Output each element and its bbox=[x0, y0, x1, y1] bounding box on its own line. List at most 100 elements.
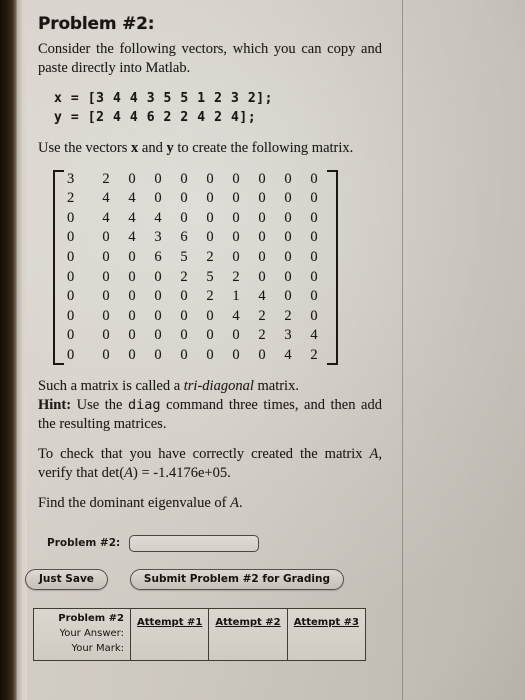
just-save-button[interactable]: Just Save bbox=[25, 568, 108, 590]
matrix-cell: 0 bbox=[102, 229, 110, 246]
answer-input[interactable] bbox=[129, 534, 260, 552]
matrix-cell: 0 bbox=[128, 248, 136, 265]
matrix-cell: 5 bbox=[180, 248, 188, 265]
matrix-cell: 0 bbox=[232, 209, 240, 226]
matrix-cell: 0 bbox=[128, 170, 136, 187]
question-post: . bbox=[238, 495, 243, 512]
matrix-cell: 0 bbox=[310, 288, 318, 305]
attempt-column-1[interactable]: Attempt #1 bbox=[129, 607, 210, 661]
matrix-cell: 2 bbox=[258, 327, 266, 344]
instruction-mid: and bbox=[138, 140, 167, 156]
matrix-row: 2 4 4 0 0 0 0 0 0 0 bbox=[64, 189, 327, 209]
matrix-cell: 5 bbox=[206, 268, 214, 285]
matrix-row: 0 0 0 0 0 0 0 2 3 4 bbox=[64, 326, 327, 346]
matrix-cell: 0 bbox=[67, 229, 75, 246]
attempt-3-link[interactable]: Attempt #3 bbox=[294, 617, 359, 628]
matrix-cell: 0 bbox=[67, 346, 75, 363]
matrix-cell: 0 bbox=[310, 229, 318, 246]
matrix-cell: 0 bbox=[154, 268, 162, 285]
question-var-a: A bbox=[230, 495, 239, 512]
meta-your-mark-label: Your Mark: bbox=[71, 643, 124, 655]
matrix-cell: 4 bbox=[102, 190, 110, 207]
matrix-cell: 0 bbox=[232, 170, 240, 187]
matrix-cell: 0 bbox=[102, 327, 110, 344]
matrix-cell: 2 bbox=[258, 307, 266, 324]
question-text: Find the dominant eigenvalue of A. bbox=[0, 494, 402, 513]
verify-var-a2: A bbox=[124, 464, 134, 481]
answer-field-label: Problem #2: bbox=[47, 537, 121, 550]
instruction-pre: Use the vectors bbox=[38, 140, 132, 156]
matrix-cell: 0 bbox=[67, 268, 75, 285]
verify-pre: To check that you have correctly created… bbox=[38, 446, 370, 463]
text-column-rule bbox=[402, 0, 403, 700]
matrix-cell: 6 bbox=[180, 229, 188, 246]
hint-label: Hint: bbox=[38, 397, 72, 414]
matrix-cell: 0 bbox=[128, 288, 136, 305]
matrix-row: 0 0 0 6 5 2 0 0 0 0 bbox=[64, 248, 327, 268]
matrix-cell: 0 bbox=[310, 307, 318, 324]
matrix-row: 0 0 0 0 2 5 2 0 0 0 bbox=[64, 268, 327, 288]
matrix-caption-text: Such a matrix is called a tri-diagonal m… bbox=[0, 377, 402, 433]
code-line-y: y = [2 4 4 6 2 2 4 2 4]; bbox=[54, 109, 257, 125]
matrix-cell: 0 bbox=[102, 268, 110, 285]
matrix-cell: 0 bbox=[310, 209, 318, 226]
table-row: Problem #2 Your Answer: Your Mark: Attem… bbox=[33, 607, 367, 661]
matrix-cell: 0 bbox=[206, 346, 214, 363]
attempts-meta-cell: Problem #2 Your Answer: Your Mark: bbox=[33, 607, 131, 661]
attempt-1-link[interactable]: Attempt #1 bbox=[137, 617, 202, 628]
matrix-cell: 0 bbox=[206, 327, 214, 344]
matrix-instruction-text: Use the vectors x and y to create the fo… bbox=[0, 139, 402, 158]
caption-pre: Such a matrix is called a bbox=[38, 378, 184, 395]
matrix-cell: 0 bbox=[67, 288, 75, 305]
matrix-cell: 0 bbox=[258, 268, 266, 285]
matrix-cell: 0 bbox=[310, 190, 318, 207]
matrix-cell: 0 bbox=[102, 307, 110, 324]
attempt-1-body bbox=[131, 630, 208, 660]
hint-pre: Use the bbox=[71, 397, 129, 414]
matrix-cell: 0 bbox=[128, 307, 136, 324]
form-button-row: Just Save Submit Problem #2 for Grading bbox=[0, 568, 402, 590]
matrix-cell: 2 bbox=[67, 190, 75, 207]
matrix-cell: 0 bbox=[258, 170, 266, 187]
matrix-cell: 0 bbox=[128, 346, 136, 363]
matrix-cell: 0 bbox=[284, 268, 292, 285]
matrix-cell: 0 bbox=[206, 307, 214, 324]
matrix-cell: 0 bbox=[284, 248, 292, 265]
matrix-cell: 0 bbox=[180, 346, 188, 363]
matrix-cell: 0 bbox=[284, 170, 292, 187]
caption-emphasis: tri-diagonal bbox=[183, 378, 254, 395]
matrix-cell: 0 bbox=[154, 327, 162, 344]
matrix-cell: 0 bbox=[180, 170, 188, 187]
matrix-cell: 0 bbox=[154, 190, 162, 207]
matrix-row: 0 0 0 0 0 0 0 0 4 2 bbox=[64, 346, 327, 366]
matrix-cell: 0 bbox=[206, 229, 214, 246]
submit-for-grading-button[interactable]: Submit Problem #2 for Grading bbox=[129, 568, 344, 590]
matrix-cell: 0 bbox=[180, 327, 188, 344]
matrix-cell: 0 bbox=[258, 248, 266, 265]
problem-intro-span: Consider the following vectors, which yo… bbox=[38, 41, 382, 76]
matrix-cell: 0 bbox=[206, 209, 214, 226]
matrix-cell: 0 bbox=[284, 209, 292, 226]
attempt-column-2[interactable]: Attempt #2 bbox=[208, 607, 288, 661]
matrix-left-bracket bbox=[53, 169, 64, 366]
matrix-cell: 0 bbox=[180, 209, 188, 226]
page-title: Problem #2: bbox=[38, 14, 155, 34]
matrix-cell: 0 bbox=[154, 346, 162, 363]
matrix-cell: 0 bbox=[232, 327, 240, 344]
matrix-cell: 2 bbox=[232, 268, 240, 285]
matrix-cell: 0 bbox=[232, 190, 240, 207]
attempt-column-3[interactable]: Attempt #3 bbox=[286, 607, 367, 661]
matrix-row: 0 0 0 0 0 2 1 4 0 0 bbox=[64, 287, 327, 307]
matrix-cell: 2 bbox=[206, 288, 214, 305]
matrix-cell: 0 bbox=[67, 209, 75, 226]
question-pre: Find the dominant eigenvalue of bbox=[38, 495, 231, 512]
matrix-cell: 0 bbox=[232, 248, 240, 265]
answer-entry-row: Problem #2: bbox=[0, 534, 402, 552]
attempt-2-link[interactable]: Attempt #2 bbox=[215, 617, 280, 628]
matrix-cell: 0 bbox=[102, 248, 110, 265]
tri-diagonal-matrix: 3200000000244000000004440000000043600000… bbox=[0, 169, 402, 366]
matrix-cell: 0 bbox=[232, 346, 240, 363]
matrix-cell: 0 bbox=[180, 190, 188, 207]
matrix-cell: 2 bbox=[284, 307, 292, 324]
matrix-cell: 0 bbox=[67, 248, 75, 265]
